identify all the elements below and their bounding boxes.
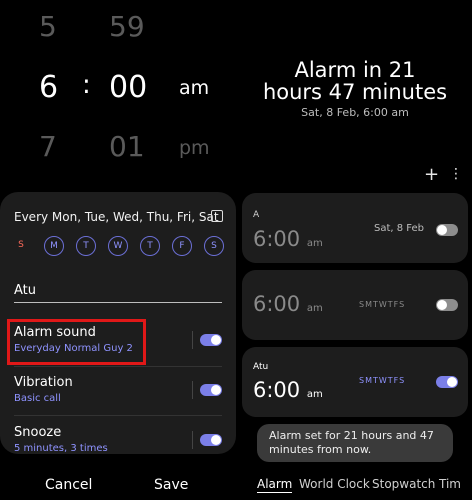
snooze-title[interactable]: Snooze [14, 425, 61, 440]
alarm-card-time: 6:00 am [253, 378, 323, 402]
more-vertical-icon[interactable]: ⋮ [449, 166, 463, 182]
tab-stopwatch[interactable]: Stopwatch [372, 477, 435, 491]
hour-next[interactable]: 7 [39, 130, 57, 163]
alarm-set-toast: Alarm set for 21 hours and 47 minutes fr… [257, 424, 453, 462]
alarm-sound-toggle[interactable] [200, 334, 222, 346]
ampm-next[interactable]: pm [179, 137, 210, 159]
alarm-card-date: Sat, 8 Feb [374, 223, 424, 234]
day-wednesday[interactable]: W [108, 236, 128, 256]
day-friday[interactable]: F [172, 236, 192, 256]
alarm-card-label: A [253, 210, 260, 220]
day-saturday[interactable]: S [204, 236, 224, 256]
alarm-next-date: Sat, 8 Feb, 6:00 am [301, 106, 409, 119]
toast-line1: Alarm set for 21 hours and 47 [269, 429, 434, 442]
alarm-card-toggle[interactable] [436, 224, 458, 236]
plus-icon[interactable]: + [424, 164, 439, 185]
vibration-title[interactable]: Vibration [14, 375, 73, 390]
repeat-days-label: Every Mon, Tue, Wed, Thu, Fri, Sat [14, 210, 219, 224]
minute-selected[interactable]: 00 [109, 70, 147, 105]
minute-prev[interactable]: 59 [109, 10, 145, 43]
snooze-value[interactable]: 5 minutes, 3 times [14, 443, 108, 454]
hour-selected[interactable]: 6 [39, 70, 58, 105]
divider [192, 331, 193, 349]
day-tuesday[interactable]: T [76, 236, 96, 256]
tab-alarm[interactable]: Alarm [257, 477, 293, 493]
alarm-card-days: SMTWTFS [359, 300, 406, 309]
hour-prev[interactable]: 5 [39, 10, 57, 43]
alarm-card-time: 6:00 am [253, 227, 323, 251]
time-separator: : [82, 70, 91, 100]
divider [192, 381, 193, 399]
toast-line2: minutes from now. [269, 443, 372, 456]
day-thursday[interactable]: T [140, 236, 160, 256]
alarm-name-input[interactable]: Atu [14, 283, 222, 303]
alarm-card-toggle[interactable] [436, 376, 458, 388]
alarm-countdown-line2: hours 47 minutes [262, 80, 448, 104]
alarm-card-toggle[interactable] [436, 299, 458, 311]
alarm-card-label: Atu [253, 362, 269, 372]
ampm-selected[interactable]: am [179, 77, 209, 99]
alarm-card-days: SMTWTFS [359, 376, 406, 385]
vibration-toggle[interactable] [200, 384, 222, 396]
alarm-card-time: 6:00 am [253, 292, 323, 316]
divider [192, 431, 193, 449]
cancel-button[interactable]: Cancel [45, 477, 92, 493]
alarm-countdown-line1: Alarm in 21 [294, 58, 416, 82]
snooze-toggle[interactable] [200, 434, 222, 446]
day-monday[interactable]: M [44, 236, 64, 256]
tab-world-clock[interactable]: World Clock [299, 477, 370, 491]
calendar-icon[interactable] [211, 210, 223, 222]
minute-next[interactable]: 01 [109, 130, 145, 163]
day-sunday[interactable]: S [12, 236, 30, 254]
alarm-sound-highlight [7, 319, 146, 365]
tab-timer[interactable]: Tim [439, 477, 461, 491]
save-button[interactable]: Save [154, 477, 188, 493]
vibration-value[interactable]: Basic call [14, 393, 61, 404]
divider [14, 366, 222, 367]
divider [14, 415, 222, 416]
